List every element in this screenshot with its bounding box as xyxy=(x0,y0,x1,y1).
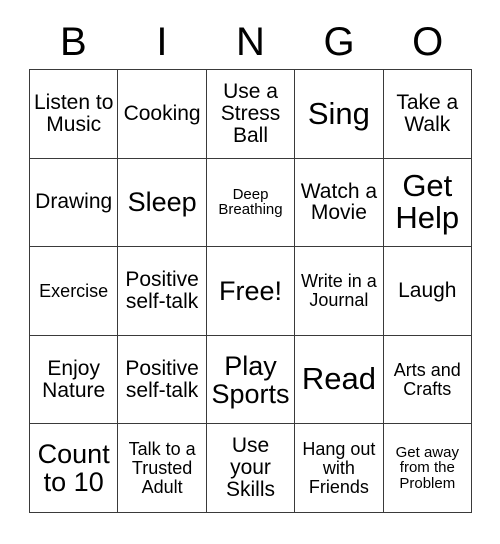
bingo-cell-label: Enjoy Nature xyxy=(42,356,106,402)
header-letter-i: I xyxy=(156,19,168,64)
bingo-cell-label: Positive self-talk xyxy=(125,268,199,313)
bingo-cell-label: Use your Skills xyxy=(225,434,275,502)
bingo-cell-r4c1[interactable]: Enjoy Nature xyxy=(30,335,119,425)
bingo-cell-r3c5[interactable]: Laugh xyxy=(383,247,472,336)
bingo-cell-label: Positive self-talk xyxy=(125,356,199,402)
bingo-cell-r5c5[interactable]: Get away from the Problem xyxy=(383,424,472,513)
bingo-cell-label: Free! xyxy=(218,275,282,306)
bingo-cell-label: Hang out with Friends xyxy=(302,439,376,497)
bingo-cell-r1c4[interactable]: Sing xyxy=(295,70,384,159)
bingo-cell-r3c4[interactable]: Write in a Journal xyxy=(295,247,384,336)
bingo-cell-label: Arts and Crafts xyxy=(393,359,461,399)
bingo-cell-r4c4[interactable]: Read xyxy=(295,335,384,425)
bingo-card: B I N G O Listen to Music Cooking Use a St… xyxy=(0,0,500,544)
bingo-cell-label: Deep Breathing xyxy=(218,185,283,219)
bingo-cell-label: Watch a Movie xyxy=(300,179,378,225)
bingo-cell-label: Get Help xyxy=(395,168,460,236)
bingo-cell-r1c1[interactable]: Listen to Music xyxy=(30,70,119,159)
bingo-cell-r4c3[interactable]: Play Sports xyxy=(206,335,296,425)
bingo-cell-r2c1[interactable]: Drawing xyxy=(30,158,119,248)
header-letter-g: G xyxy=(323,19,355,64)
bingo-cell-label: Write in a Journal xyxy=(301,271,377,310)
bingo-cell-r4c5[interactable]: Arts and Crafts xyxy=(383,335,472,425)
bingo-cell-label: Cooking xyxy=(123,101,201,125)
bingo-cell-label: Sing xyxy=(307,95,370,131)
bingo-cell-r5c2[interactable]: Talk to a Trusted Adult xyxy=(118,424,207,513)
header-letter-o: O xyxy=(412,19,444,64)
bingo-cell-r3c2[interactable]: Positive self-talk xyxy=(118,247,207,336)
bingo-cell-r3c1[interactable]: Exercise xyxy=(30,247,119,336)
bingo-cell-label: Get away from the Problem xyxy=(395,443,459,492)
bingo-cell-label: Use a Stress Ball xyxy=(220,80,281,147)
bingo-cell-r1c5[interactable]: Take a Walk xyxy=(383,70,472,159)
bingo-grid: Listen to Music Cooking Use a Stress Ball S… xyxy=(29,69,472,513)
bingo-cell-label: Laugh xyxy=(398,279,457,303)
bingo-cell-label: Play Sports xyxy=(211,350,290,409)
bingo-cell-r5c3[interactable]: Use your Skills xyxy=(206,424,296,513)
header-letter-b: B xyxy=(59,19,87,64)
header-letter-n: N xyxy=(236,19,265,64)
bingo-cell-r3c3[interactable]: Free! xyxy=(206,247,296,336)
bingo-cell-r1c2[interactable]: Cooking xyxy=(118,70,207,159)
bingo-cell-r2c3[interactable]: Deep Breathing xyxy=(206,158,296,248)
bingo-cell-r2c2[interactable]: Sleep xyxy=(118,158,207,248)
bingo-cell-label: Talk to a Trusted Adult xyxy=(128,439,196,497)
bingo-header-row: B I N G O xyxy=(29,14,472,69)
bingo-cell-label: Listen to Music xyxy=(34,90,114,136)
bingo-cell-r5c4[interactable]: Hang out with Friends xyxy=(295,424,384,513)
bingo-cell-r1c3[interactable]: Use a Stress Ball xyxy=(206,70,296,159)
bingo-cell-r4c2[interactable]: Positive self-talk xyxy=(118,335,207,425)
bingo-cell-label: Exercise xyxy=(39,280,109,301)
bingo-cell-label: Sleep xyxy=(127,187,197,218)
bingo-cell-r2c5[interactable]: Get Help xyxy=(383,158,472,248)
bingo-cell-r5c1[interactable]: Count to 10 xyxy=(30,424,119,513)
bingo-cell-label: Drawing xyxy=(35,190,113,214)
bingo-cell-label: Take a Walk xyxy=(396,90,459,136)
bingo-cell-label: Count to 10 xyxy=(37,439,110,498)
bingo-cell-label: Read xyxy=(301,361,376,397)
bingo-cell-r2c4[interactable]: Watch a Movie xyxy=(295,158,384,248)
